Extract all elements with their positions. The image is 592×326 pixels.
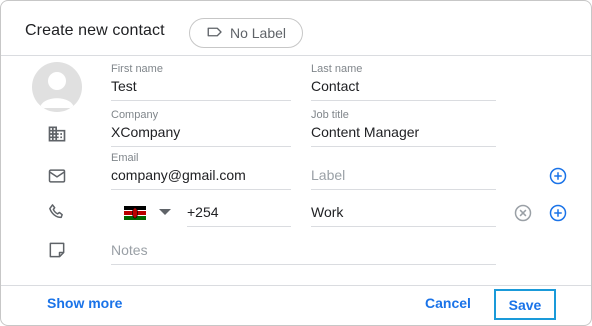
add-circle-icon bbox=[549, 204, 567, 222]
company-value: XCompany bbox=[111, 124, 181, 140]
job-title-label: Job title bbox=[311, 109, 349, 121]
show-more-button[interactable]: Show more bbox=[47, 295, 122, 311]
phone-value: +254 bbox=[187, 204, 219, 220]
dialog-footer: Show more Cancel Save bbox=[1, 285, 591, 325]
phone-icon bbox=[46, 201, 68, 223]
cancel-button[interactable]: Cancel bbox=[425, 295, 471, 311]
create-contact-dialog: Create new contact No Label First name T… bbox=[0, 0, 592, 326]
company-icon bbox=[46, 123, 68, 145]
phone-field[interactable]: +254 bbox=[187, 191, 291, 227]
phone-label-field[interactable]: Work bbox=[311, 191, 496, 227]
save-button[interactable]: Save bbox=[494, 289, 556, 320]
notes-placeholder: Notes bbox=[111, 242, 148, 258]
close-circle-icon bbox=[514, 204, 532, 222]
email-field[interactable]: Email company@gmail.com bbox=[111, 152, 291, 190]
email-value: company@gmail.com bbox=[111, 167, 246, 183]
email-label-placeholder: Label bbox=[311, 167, 346, 183]
first-name-value: Test bbox=[111, 78, 137, 94]
add-phone-button[interactable] bbox=[548, 203, 568, 223]
label-chip-text: No Label bbox=[229, 25, 287, 41]
last-name-label: Last name bbox=[311, 63, 363, 75]
clear-phone-button[interactable] bbox=[513, 203, 533, 223]
email-label-field[interactable]: Label bbox=[311, 154, 496, 190]
email-label: Email bbox=[111, 152, 139, 164]
dialog-header: Create new contact No Label bbox=[1, 1, 591, 56]
job-title-field[interactable]: Job title Content Manager bbox=[311, 109, 496, 147]
email-icon bbox=[46, 165, 68, 187]
phone-label-value: Work bbox=[311, 204, 344, 220]
country-dropdown-chevron-down-icon[interactable] bbox=[159, 209, 171, 215]
avatar-placeholder[interactable] bbox=[32, 62, 82, 112]
notes-field[interactable]: Notes bbox=[111, 229, 496, 265]
dialog-title: Create new contact bbox=[25, 22, 165, 39]
company-label: Company bbox=[111, 109, 159, 121]
company-field[interactable]: Company XCompany bbox=[111, 109, 291, 147]
kenya-flag-icon[interactable] bbox=[124, 206, 146, 220]
label-chip-button[interactable]: No Label bbox=[189, 18, 303, 48]
last-name-value: Contact bbox=[311, 78, 360, 94]
add-circle-icon bbox=[549, 167, 567, 185]
notes-icon bbox=[46, 239, 68, 261]
add-email-button[interactable] bbox=[548, 166, 568, 186]
label-icon bbox=[206, 23, 224, 44]
last-name-field[interactable]: Last name Contact bbox=[311, 63, 496, 101]
first-name-field[interactable]: First name Test bbox=[111, 63, 291, 101]
job-title-value: Content Manager bbox=[311, 124, 420, 140]
first-name-label: First name bbox=[111, 63, 163, 75]
